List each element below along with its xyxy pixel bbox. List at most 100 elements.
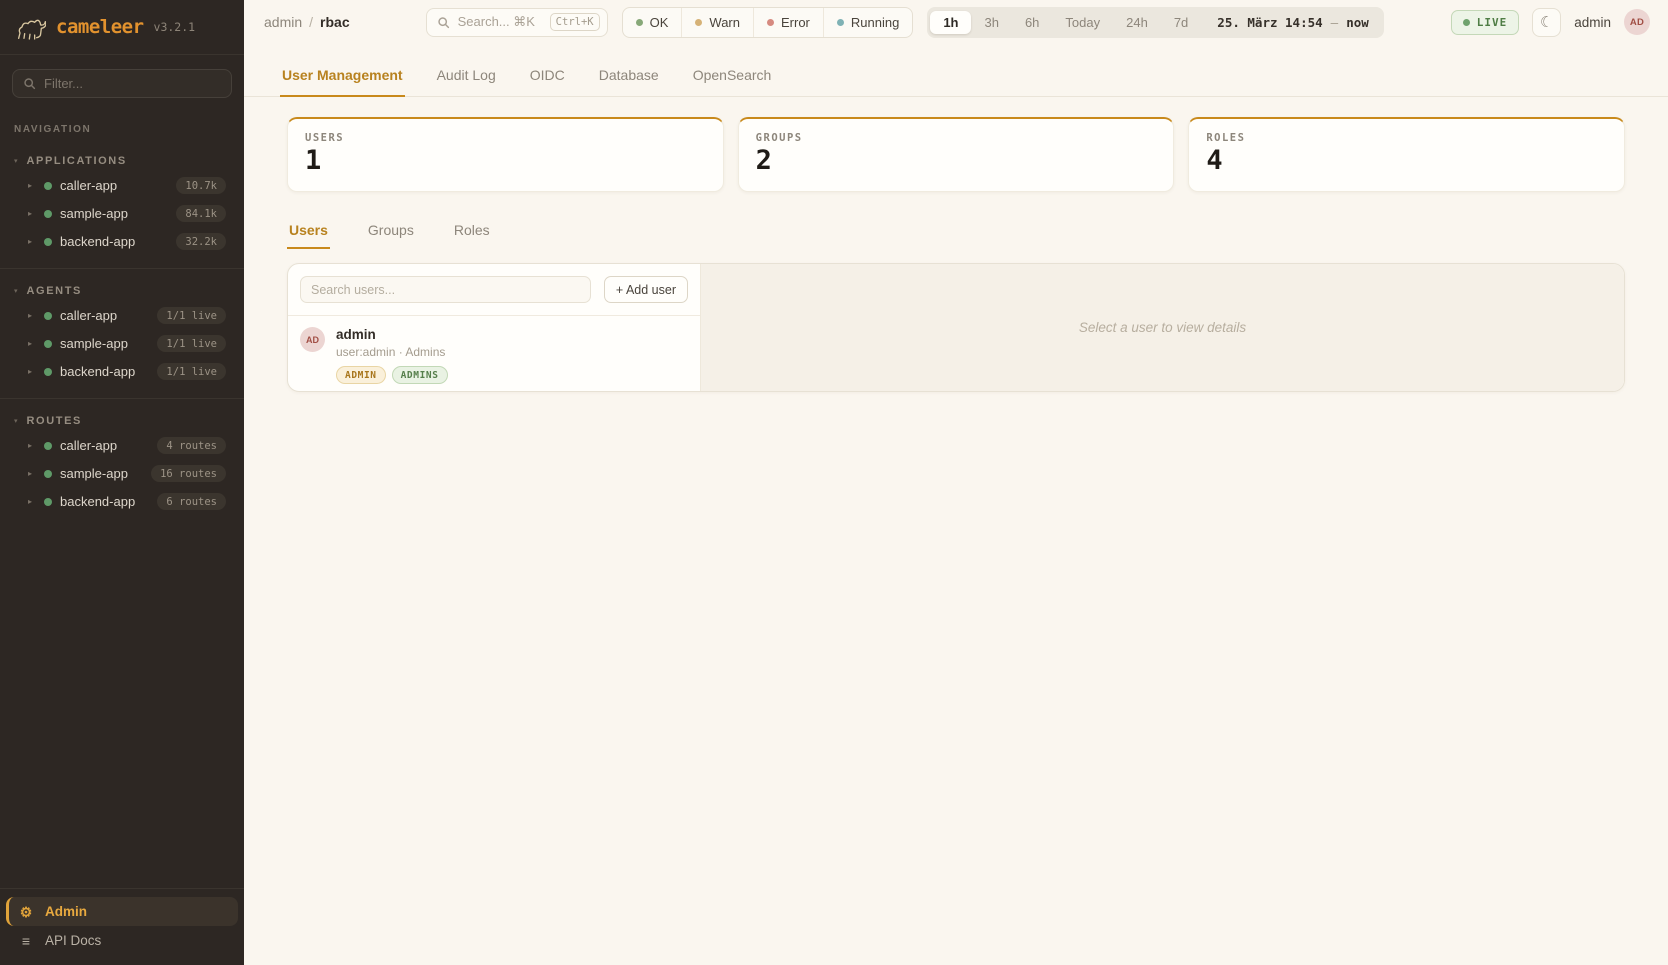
item-label: sample-app bbox=[60, 466, 143, 481]
tab-audit-log[interactable]: Audit Log bbox=[435, 58, 498, 97]
time-range-3h[interactable]: 3h bbox=[971, 11, 1011, 34]
moon-icon: ☾ bbox=[1540, 13, 1553, 31]
item-badge: 1/1 live bbox=[157, 363, 226, 380]
list-icon: ≡ bbox=[18, 934, 34, 948]
status-filter-ok[interactable]: OK bbox=[623, 8, 682, 37]
group-badge-admins: ADMINS bbox=[392, 366, 448, 384]
camel-logo-icon bbox=[14, 11, 46, 43]
error-status-dot bbox=[767, 19, 774, 26]
status-dot bbox=[44, 210, 52, 218]
item-label: caller-app bbox=[60, 178, 168, 193]
breadcrumb-parent[interactable]: admin bbox=[264, 14, 302, 30]
time-from: 25. März 14:54 bbox=[1217, 15, 1322, 30]
chevron-right-icon[interactable]: ▸ bbox=[28, 367, 36, 376]
section-header-agents[interactable]: ▾ AGENTS bbox=[0, 281, 244, 301]
sidebar-item-routes-caller-app[interactable]: ▸ caller-app 4 routes bbox=[6, 432, 238, 459]
avatar: AD bbox=[300, 327, 325, 352]
live-status-dot bbox=[1463, 19, 1470, 26]
nav-section-routes: ▾ ROUTES ▸ caller-app 4 routes ▸ sample-… bbox=[0, 398, 244, 516]
stats-row: USERS 1 GROUPS 2 ROLES 4 bbox=[244, 117, 1668, 192]
ok-status-dot bbox=[636, 19, 643, 26]
sidebar-item-applications-sample-app[interactable]: ▸ sample-app 84.1k bbox=[6, 200, 238, 227]
sidebar-item-applications-backend-app[interactable]: ▸ backend-app 32.2k bbox=[6, 228, 238, 255]
stat-value: 4 bbox=[1206, 147, 1607, 174]
sidebar-item-label: Admin bbox=[45, 904, 87, 919]
search-users-input[interactable] bbox=[300, 276, 591, 303]
sidebar-item-routes-sample-app[interactable]: ▸ sample-app 16 routes bbox=[6, 460, 238, 487]
status-filter-warn[interactable]: Warn bbox=[681, 8, 753, 37]
sidebar-item-routes-backend-app[interactable]: ▸ backend-app 6 routes bbox=[6, 488, 238, 515]
search-icon bbox=[437, 16, 450, 29]
tab-database[interactable]: Database bbox=[597, 58, 661, 97]
chevron-right-icon[interactable]: ▸ bbox=[28, 497, 36, 506]
gear-icon: ⚙ bbox=[18, 905, 34, 919]
sidebar-item-agents-sample-app[interactable]: ▸ sample-app 1/1 live bbox=[6, 330, 238, 357]
sidebar-item-api-docs[interactable]: ≡ API Docs bbox=[6, 926, 238, 955]
chevron-right-icon[interactable]: ▸ bbox=[28, 441, 36, 450]
section-header-applications[interactable]: ▾ APPLICATIONS bbox=[0, 151, 244, 171]
user-detail-pane: Select a user to view details bbox=[701, 264, 1624, 391]
dark-mode-toggle[interactable]: ☾ bbox=[1532, 8, 1561, 37]
time-range-6h[interactable]: 6h bbox=[1012, 11, 1052, 34]
sidebar-spacer bbox=[0, 516, 244, 888]
sidebar-item-agents-caller-app[interactable]: ▸ caller-app 1/1 live bbox=[6, 302, 238, 329]
time-range-24h[interactable]: 24h bbox=[1113, 11, 1161, 34]
sidebar-filter-input[interactable] bbox=[44, 76, 221, 91]
item-label: caller-app bbox=[60, 438, 149, 453]
chevron-right-icon[interactable]: ▸ bbox=[28, 339, 36, 348]
time-range-display: 25. März 14:54 – now bbox=[1201, 15, 1380, 30]
item-badge: 4 routes bbox=[157, 437, 226, 454]
caret-down-icon: ▾ bbox=[14, 157, 18, 165]
subtab-groups[interactable]: Groups bbox=[366, 222, 416, 249]
live-label: LIVE bbox=[1477, 16, 1508, 29]
time-range-today[interactable]: Today bbox=[1052, 11, 1113, 34]
subtab-roles[interactable]: Roles bbox=[452, 222, 492, 249]
live-badge[interactable]: LIVE bbox=[1451, 10, 1520, 35]
section-header-routes[interactable]: ▾ ROUTES bbox=[0, 411, 244, 431]
chevron-right-icon[interactable]: ▸ bbox=[28, 311, 36, 320]
item-label: caller-app bbox=[60, 308, 149, 323]
item-badge: 84.1k bbox=[176, 205, 226, 222]
chevron-right-icon[interactable]: ▸ bbox=[28, 209, 36, 218]
sidebar-item-label: API Docs bbox=[45, 933, 101, 948]
sidebar-filter[interactable] bbox=[12, 69, 232, 98]
sidebar-item-admin[interactable]: ⚙ Admin bbox=[6, 897, 238, 926]
item-label: backend-app bbox=[60, 234, 168, 249]
tab-opensearch[interactable]: OpenSearch bbox=[691, 58, 774, 97]
time-range-1h[interactable]: 1h bbox=[930, 11, 971, 34]
sidebar-item-applications-caller-app[interactable]: ▸ caller-app 10.7k bbox=[6, 172, 238, 199]
user-name: admin bbox=[336, 327, 448, 342]
app-version: v3.2.1 bbox=[154, 20, 196, 34]
breadcrumb-separator: / bbox=[309, 14, 313, 30]
stat-value: 2 bbox=[756, 147, 1157, 174]
search-shortcut-kbd: Ctrl+K bbox=[550, 13, 600, 31]
status-dot bbox=[44, 340, 52, 348]
user-list-item-admin[interactable]: AD admin user:admin · Admins ADMIN ADMIN… bbox=[288, 316, 700, 392]
chevron-right-icon[interactable]: ▸ bbox=[28, 181, 36, 190]
tab-user-management[interactable]: User Management bbox=[280, 58, 405, 97]
status-filter-error[interactable]: Error bbox=[753, 8, 823, 37]
stat-value: 1 bbox=[305, 147, 706, 174]
rbac-subtabs: Users Groups Roles bbox=[244, 222, 1668, 249]
chevron-right-icon[interactable]: ▸ bbox=[28, 469, 36, 478]
sidebar-item-agents-backend-app[interactable]: ▸ backend-app 1/1 live bbox=[6, 358, 238, 385]
global-search[interactable]: Search... ⌘K Ctrl+K bbox=[426, 8, 608, 37]
tab-oidc[interactable]: OIDC bbox=[528, 58, 567, 97]
status-filter-running[interactable]: Running bbox=[823, 8, 912, 37]
sidebar: cameleer v3.2.1 NAVIGATION ▾ APPLICATION… bbox=[0, 0, 244, 965]
app-logo: cameleer v3.2.1 bbox=[0, 0, 244, 55]
chevron-right-icon[interactable]: ▸ bbox=[28, 237, 36, 246]
nav-section-applications: ▾ APPLICATIONS ▸ caller-app 10.7k ▸ samp… bbox=[0, 151, 244, 256]
item-badge: 1/1 live bbox=[157, 307, 226, 324]
search-placeholder: Search... ⌘K bbox=[458, 14, 542, 30]
status-filter-group: OK Warn Error Running bbox=[622, 7, 914, 38]
add-user-button[interactable]: + Add user bbox=[604, 276, 688, 303]
status-filter-label: OK bbox=[650, 15, 669, 30]
breadcrumb: admin / rbac bbox=[264, 14, 350, 30]
subtab-users[interactable]: Users bbox=[287, 222, 330, 249]
nav-section-agents: ▾ AGENTS ▸ caller-app 1/1 live ▸ sample-… bbox=[0, 268, 244, 386]
avatar[interactable]: AD bbox=[1624, 9, 1650, 35]
time-range-7d[interactable]: 7d bbox=[1161, 11, 1201, 34]
stat-label: GROUPS bbox=[756, 132, 1157, 144]
item-badge: 1/1 live bbox=[157, 335, 226, 352]
